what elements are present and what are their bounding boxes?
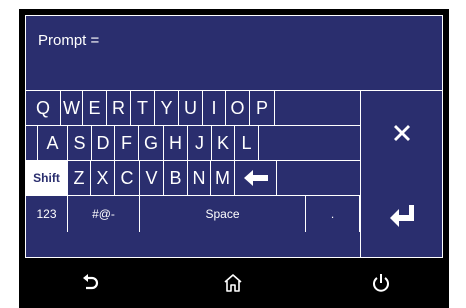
keyboard-panel: Prompt = Q W E R T Y U I O P A S D F G H… bbox=[25, 15, 443, 258]
key-b[interactable]: B bbox=[164, 161, 188, 196]
key-e[interactable]: E bbox=[83, 91, 107, 126]
key-g[interactable]: G bbox=[139, 126, 164, 161]
numbers-key[interactable]: 123 bbox=[26, 196, 68, 232]
power-button[interactable] bbox=[368, 270, 394, 296]
key-k[interactable]: K bbox=[212, 126, 235, 161]
key-v[interactable]: V bbox=[140, 161, 164, 196]
key-u[interactable]: U bbox=[179, 91, 203, 126]
backspace-key[interactable] bbox=[235, 161, 277, 196]
key-r[interactable]: R bbox=[107, 91, 131, 126]
key-l[interactable]: L bbox=[235, 126, 259, 161]
key-c[interactable]: C bbox=[115, 161, 140, 196]
key-x[interactable]: X bbox=[91, 161, 115, 196]
key-o[interactable]: O bbox=[226, 91, 250, 126]
prompt-label: Prompt = bbox=[38, 32, 100, 49]
device-screen: Prompt = Q W E R T Y U I O P A S D F G H… bbox=[19, 9, 449, 308]
row2-offset bbox=[26, 126, 38, 161]
row2-spacer bbox=[259, 126, 360, 161]
clear-button[interactable] bbox=[361, 91, 442, 174]
enter-icon bbox=[389, 204, 414, 227]
power-icon bbox=[373, 274, 389, 292]
period-key[interactable]: . bbox=[306, 196, 360, 232]
key-p[interactable]: P bbox=[250, 91, 275, 126]
key-i[interactable]: I bbox=[203, 91, 226, 126]
home-button[interactable] bbox=[220, 270, 246, 296]
bottom-nav bbox=[19, 258, 449, 308]
key-h[interactable]: H bbox=[164, 126, 188, 161]
row3-spacer bbox=[277, 161, 360, 196]
enter-button[interactable] bbox=[361, 174, 442, 257]
key-d[interactable]: D bbox=[92, 126, 115, 161]
close-icon bbox=[393, 124, 410, 141]
key-t[interactable]: T bbox=[131, 91, 155, 126]
key-j[interactable]: J bbox=[188, 126, 212, 161]
key-s[interactable]: S bbox=[68, 126, 92, 161]
key-q[interactable]: Q bbox=[26, 91, 61, 126]
key-f[interactable]: F bbox=[115, 126, 139, 161]
back-button[interactable] bbox=[78, 270, 104, 296]
key-n[interactable]: N bbox=[188, 161, 211, 196]
shift-key[interactable]: Shift bbox=[26, 161, 68, 196]
prompt-field: Prompt = bbox=[26, 16, 442, 91]
undo-back-icon bbox=[83, 274, 99, 290]
space-key[interactable]: Space bbox=[140, 196, 306, 232]
key-m[interactable]: M bbox=[211, 161, 235, 196]
key-w[interactable]: W bbox=[61, 91, 83, 126]
row1-spacer bbox=[275, 91, 360, 126]
symbols-key[interactable]: #@- bbox=[68, 196, 140, 232]
key-y[interactable]: Y bbox=[155, 91, 179, 126]
left-arrow-icon bbox=[243, 170, 268, 186]
key-a[interactable]: A bbox=[38, 126, 68, 161]
key-z[interactable]: Z bbox=[68, 161, 91, 196]
home-icon bbox=[224, 274, 242, 292]
